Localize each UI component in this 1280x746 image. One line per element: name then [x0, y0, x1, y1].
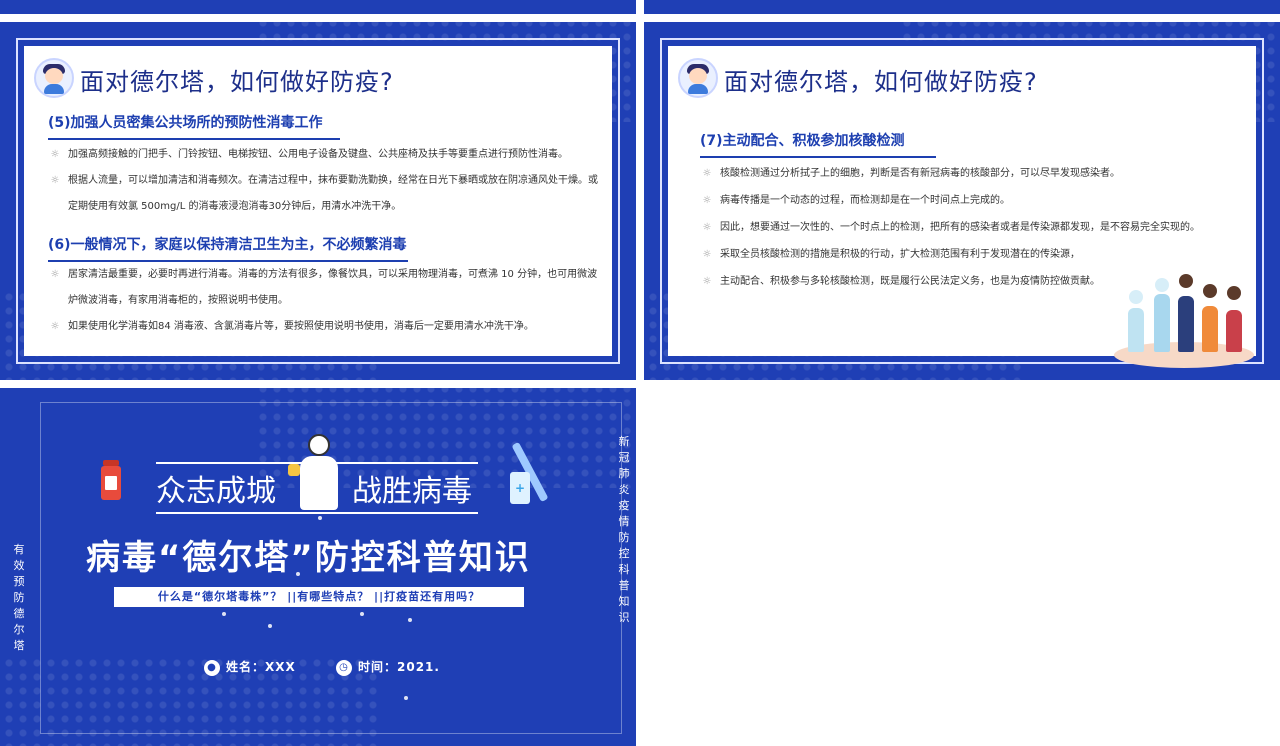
bullet-list: ☼ 居家清洁最重要，必要时再进行消毒。消毒的方法有很多，像餐饮具，可以采用物理消毒… — [48, 262, 604, 340]
page-title: 面对德尔塔，如何做好防疫? — [724, 68, 1038, 96]
sparkle-dot — [318, 516, 322, 520]
nucleic-test-illustration — [1114, 264, 1254, 368]
author-field: ● 姓名：XXX — [204, 658, 296, 676]
clock-icon: ◷ — [336, 659, 352, 676]
slogan-left: 众志成城 — [156, 474, 276, 509]
list-item: ☼ 病毒传播是一个动态的过程，而检测却是在一个时间点上完成的。 — [700, 187, 1248, 214]
section-heading: (5)加强人员密集公共场所的预防性消毒工作 — [48, 112, 340, 140]
doctor-avatar-icon — [34, 58, 74, 98]
list-item: ☼ 因此，想要通过一次性的、一个时点上的检测，把所有的感染者或者是传染源都发现，是… — [700, 214, 1248, 241]
doctor-avatar-icon — [678, 58, 718, 98]
vaccine-vial-icon: + — [510, 472, 530, 504]
sun-bullet-icon: ☼ — [702, 249, 712, 260]
sparkle-dot — [296, 572, 300, 576]
sparkle-dot — [222, 612, 226, 616]
prev-slide-strip-right — [644, 0, 1280, 14]
date-field: ◷ 时间：2021. — [336, 658, 440, 676]
vertical-tagline-left: 有效预防德尔塔 — [13, 543, 25, 652]
sun-bullet-icon: ☼ — [50, 269, 60, 280]
list-item: ☼ 居家清洁最重要，必要时再进行消毒。消毒的方法有很多，像餐饮具，可以采用物理消毒… — [48, 262, 604, 314]
content-panel: 面对德尔塔，如何做好防疫? (5)加强人员密集公共场所的预防性消毒工作 ☼ 加强高… — [16, 38, 620, 364]
sparkle-dot — [360, 612, 364, 616]
user-icon: ● — [204, 659, 220, 676]
sun-bullet-icon: ☼ — [702, 195, 712, 206]
sparkle-dot — [268, 624, 272, 628]
section-heading: (7)主动配合、积极参加核酸检测 — [700, 130, 936, 158]
list-item: ☼ 根据人流量，可以增加清洁和消毒频次。在清洁过程中，抹布要勤洗勤换，经常在日光下… — [48, 168, 604, 220]
slide-2[interactable]: 面对德尔塔，如何做好防疫? (7)主动配合、积极参加核酸检测 ☼ 核酸检测通过分析… — [644, 22, 1280, 380]
list-item: ☼ 加强高频接触的门把手、门铃按钮、电梯按钮、公用电子设备及键盘、公共座椅及扶手等… — [48, 142, 604, 168]
cover-subtitle-bar: 什么是“德尔塔毒株”？ ||有哪些特点？ ||打疫苗还有用吗？ — [114, 587, 524, 607]
sparkle-dot — [404, 696, 408, 700]
slogan-right: 战胜病毒 — [352, 474, 472, 509]
slide-1[interactable]: 面对德尔塔，如何做好防疫? (5)加强人员密集公共场所的预防性消毒工作 ☼ 加强高… — [0, 22, 636, 380]
list-item: ☼ 核酸检测通过分析拭子上的细胞，判断是否有新冠病毒的核酸部分，可以尽早发现感染者… — [700, 160, 1248, 187]
sun-bullet-icon: ☼ — [702, 276, 712, 287]
sun-bullet-icon: ☼ — [50, 149, 60, 160]
sun-bullet-icon: ☼ — [702, 222, 712, 233]
page-title: 面对德尔塔，如何做好防疫? — [80, 68, 394, 96]
sun-bullet-icon: ☼ — [50, 321, 60, 332]
cover-main-title: 病毒“德尔塔”防控科普知识 — [86, 538, 531, 578]
bullet-list: ☼ 加强高频接触的门把手、门铃按钮、电梯按钮、公用电子设备及键盘、公共座椅及扶手等… — [48, 142, 604, 220]
vertical-tagline-right: 新冠肺炎疫情防控科普知识 — [618, 435, 630, 624]
sparkle-dot — [408, 618, 412, 622]
medicine-bottle-icon — [101, 460, 121, 500]
sun-bullet-icon: ☼ — [702, 168, 712, 179]
section-heading: (6)一般情况下，家庭以保持清洁卫生为主，不必频繁消毒 — [48, 234, 408, 262]
content-panel: 面对德尔塔，如何做好防疫? (7)主动配合、积极参加核酸检测 ☼ 核酸检测通过分析… — [660, 38, 1264, 368]
prev-slide-strip-left — [0, 0, 636, 14]
list-item: ☼ 如果使用化学消毒如84 消毒液、含氯消毒片等，要按照使用说明书使用，消毒后一定… — [48, 314, 604, 340]
doctor-protective-suit-icon — [288, 434, 344, 510]
sun-bullet-icon: ☼ — [50, 175, 60, 186]
